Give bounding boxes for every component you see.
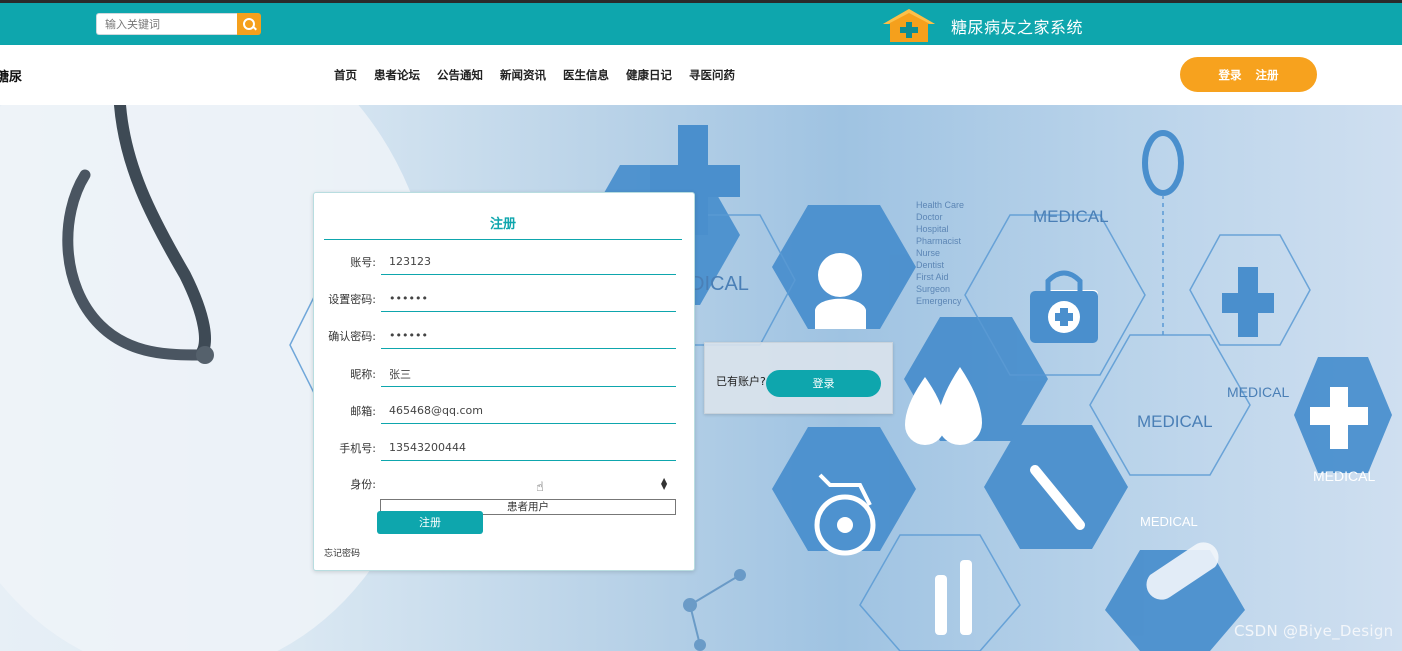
bg-medical-text-3: MEDICAL: [1137, 412, 1213, 431]
nav-login-button[interactable]: 登录: [1219, 67, 1242, 83]
form-row-password: 设置密码:: [314, 284, 694, 314]
nav-item-health-diary[interactable]: 健康日记: [626, 67, 672, 83]
watermark-text: CSDN @Biye_Design: [1234, 622, 1394, 640]
account-input[interactable]: [381, 249, 676, 275]
bg-health-item: Pharmacist: [916, 236, 962, 246]
login-button[interactable]: 登录: [766, 370, 881, 397]
nav-item-forum[interactable]: 患者论坛: [374, 67, 420, 83]
register-submit-button[interactable]: 注册: [377, 511, 483, 534]
search-bar: [96, 13, 261, 35]
password-input[interactable]: [381, 286, 676, 312]
bg-medical-text-4: MEDICAL: [1227, 384, 1289, 400]
confirm-password-input[interactable]: [381, 323, 676, 349]
title-divider: [324, 239, 682, 240]
register-form-card: 注册 账号: 设置密码: 确认密码: 昵称: 邮箱: 手机号: 身份: ▲▼ ☝…: [313, 192, 695, 571]
account-label: 账号:: [350, 256, 376, 269]
confirm-password-label: 确认密码:: [328, 330, 376, 343]
nav-item-doctors[interactable]: 医生信息: [563, 67, 609, 83]
form-row-nickname: 昵称:: [314, 359, 694, 389]
bg-medical-text-5: MEDICAL: [1313, 468, 1375, 484]
nav-item-consult[interactable]: 寻医问药: [689, 67, 735, 83]
nav-item-notices[interactable]: 公告通知: [437, 67, 483, 83]
bg-health-item: Dentist: [916, 260, 945, 270]
hero-background: DICAL MEDICAL MEDICAL MEDICAL MEDICAL ME…: [0, 105, 1402, 651]
house-plus-logo-icon: [883, 9, 935, 42]
email-label: 邮箱:: [350, 405, 376, 418]
login-prompt-card: 已有账户? 登录: [704, 342, 893, 414]
bg-health-item: Emergency: [916, 296, 962, 306]
nickname-label: 昵称:: [350, 368, 376, 381]
register-title: 注册: [489, 217, 516, 232]
nav-register-button[interactable]: 注册: [1256, 67, 1279, 83]
form-row-email: 邮箱:: [314, 396, 694, 426]
have-account-text: 已有账户?: [716, 375, 766, 388]
medical-hexagon-illustration: DICAL MEDICAL MEDICAL MEDICAL MEDICAL ME…: [0, 105, 1392, 651]
select-arrows-icon: ▲ ▼: [661, 476, 668, 491]
bg-medical-text-6: MEDICAL: [1140, 514, 1198, 529]
nav-menu: 首页 患者论坛 公告通知 新闻资讯 医生信息 健康日记 寻医问药: [334, 67, 735, 83]
nav-item-home[interactable]: 首页: [334, 67, 357, 83]
phone-label: 手机号:: [339, 442, 376, 455]
password-label: 设置密码:: [328, 293, 376, 306]
search-button[interactable]: [237, 13, 261, 35]
bg-health-item: Hospital: [916, 224, 949, 234]
nav-item-news[interactable]: 新闻资讯: [500, 67, 546, 83]
bg-health-item: Surgeon: [916, 284, 950, 294]
bg-health-item: Doctor: [916, 212, 943, 222]
bg-medical-text-1: DICAL: [690, 273, 749, 295]
phone-input[interactable]: [381, 435, 676, 461]
form-row-confirm-password: 确认密码:: [314, 321, 694, 351]
main-navbar: 糖尿 首页 患者论坛 公告通知 新闻资讯 医生信息 健康日记 寻医问药 登录 注…: [0, 45, 1402, 105]
search-input[interactable]: [96, 13, 237, 35]
bg-health-item: Health Care: [916, 200, 964, 210]
bg-health-item: Nurse: [916, 248, 940, 258]
site-title: 糖尿病友之家系统: [951, 18, 1084, 37]
form-row-identity: 身份: ▲ ▼: [314, 469, 694, 499]
nickname-input[interactable]: [381, 361, 676, 387]
top-header-bar: 糖尿病友之家系统: [0, 3, 1402, 45]
email-input[interactable]: [381, 398, 676, 424]
identity-label: 身份:: [350, 478, 376, 491]
form-row-phone: 手机号:: [314, 433, 694, 463]
bg-health-item: First Aid: [916, 272, 949, 282]
forgot-password-link[interactable]: 忘记密码: [324, 546, 360, 559]
hand-cursor-icon: ☝: [536, 480, 544, 495]
form-row-account: 账号:: [314, 247, 694, 277]
brand-name: 糖尿: [0, 70, 23, 85]
auth-buttons: 登录 注册: [1180, 57, 1317, 92]
bg-medical-text-2: MEDICAL: [1033, 207, 1109, 226]
identity-select[interactable]: [381, 471, 676, 497]
